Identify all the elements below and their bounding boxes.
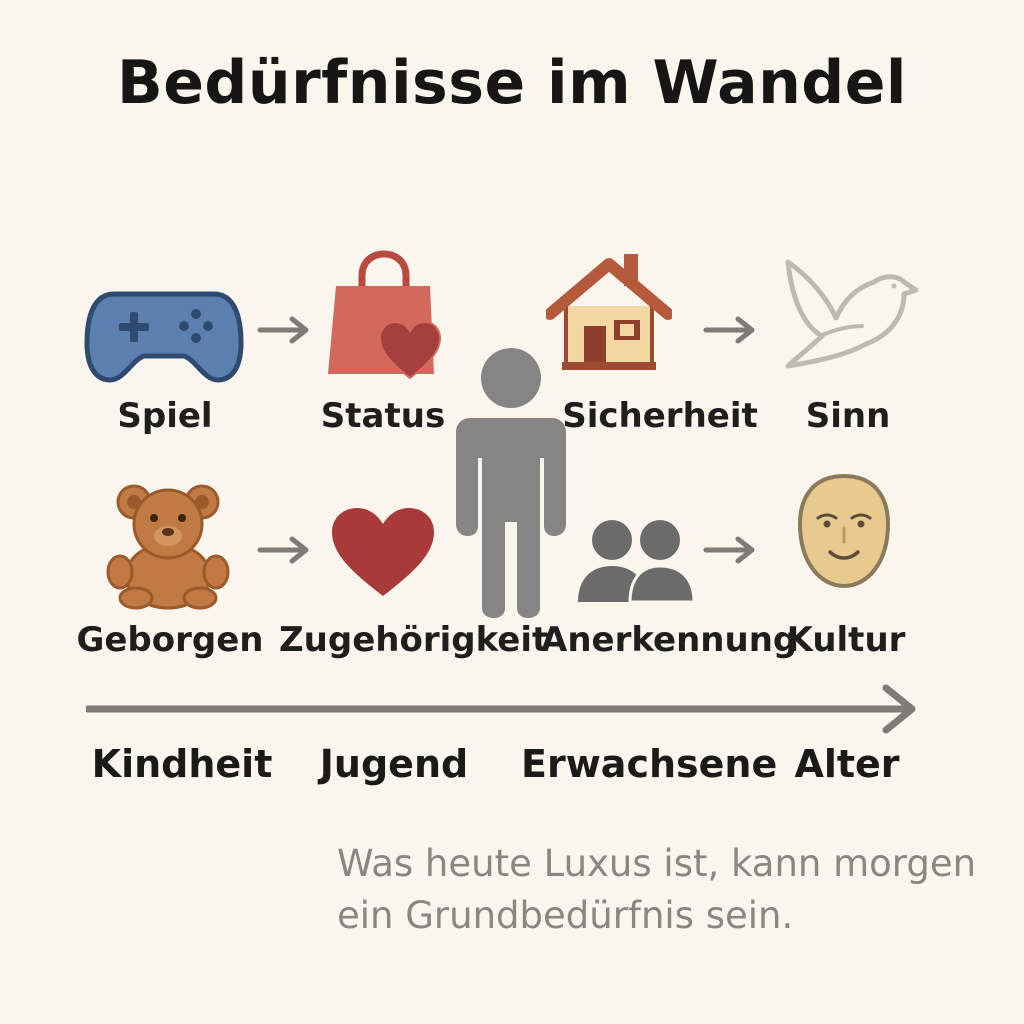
mask-icon [797, 473, 891, 589]
arrow-icon [257, 316, 309, 344]
teddy-bear-icon [106, 484, 230, 610]
caption-line-1: Was heute Luxus ist, kann morgen [337, 842, 977, 885]
caption-text: Was heute Luxus ist, kann morgen ein Gru… [337, 838, 997, 942]
page-title: Bedürfnisse im Wandel [116, 48, 907, 118]
shopping-bag-heart-icon [328, 250, 442, 380]
need-label-zugehoerigkeit: Zugehörigkeit [279, 620, 549, 660]
arrow-icon [257, 536, 309, 564]
need-label-spiel: Spiel [117, 396, 213, 436]
people-icon [578, 520, 696, 604]
need-label-sicherheit: Sicherheit [562, 396, 758, 436]
timeline-arrow [86, 684, 916, 734]
caption-line-2: ein Grundbedürfnis sein. [337, 894, 794, 937]
need-label-geborgen: Geborgen [76, 620, 264, 660]
need-label-sinn: Sinn [805, 396, 891, 436]
stage-label-erwachsene: Erwachsene [521, 742, 778, 786]
gamepad-icon [84, 291, 244, 383]
arrow-icon [703, 536, 755, 564]
person-icon [456, 348, 566, 618]
stage-label-jugend: Jugend [319, 742, 469, 786]
dove-icon [785, 259, 919, 369]
arrow-icon [703, 316, 755, 344]
stage-label-alter: Alter [794, 742, 900, 786]
heart-icon [332, 508, 434, 596]
need-label-anerkennung: Anerkennung [541, 620, 798, 660]
need-label-kultur: Kultur [786, 620, 906, 660]
stage-label-kindheit: Kindheit [91, 742, 273, 786]
